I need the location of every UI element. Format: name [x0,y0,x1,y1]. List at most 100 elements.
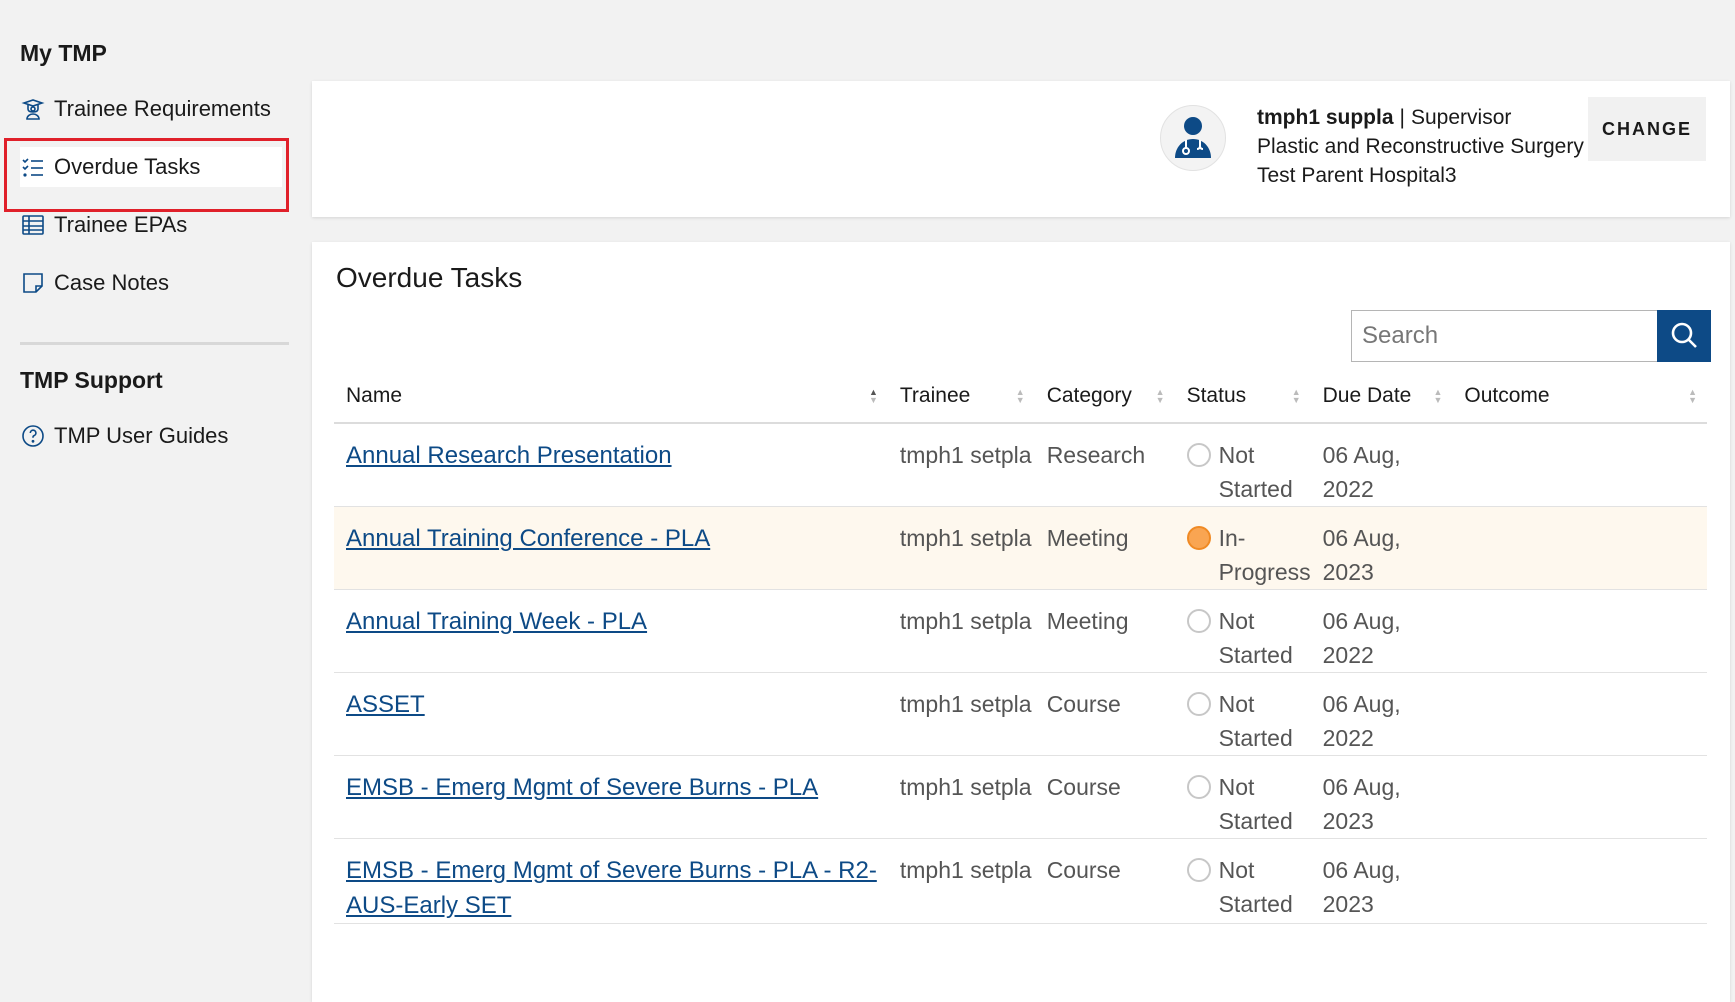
cell-outcome [1452,755,1707,839]
not-started-icon [1186,609,1211,633]
sidebar-item-overdue-tasks[interactable]: Overdue Tasks [20,147,282,187]
cell-due-date: 06 Aug, 2022 [1310,672,1453,756]
cell-trainee: tmph1 setpla [887,672,1035,756]
not-started-icon [1186,775,1211,799]
column-header-outcome[interactable]: Outcome ▲ ▼ [1452,370,1707,424]
cell-name: Annual Training Conference - PLA [334,506,888,590]
cell-name: Annual Research Presentation [334,423,888,507]
cell-outcome [1452,423,1707,507]
cell-trainee: tmph1 setpla [887,755,1035,839]
table-row: Annual Training Week - PLA tmph1 setpla Me… [334,589,1707,673]
change-button[interactable]: CHANGE [1588,97,1706,161]
cell-category: Meeting [1034,506,1175,590]
graduate-icon [20,96,46,122]
sidebar-item-label: Overdue Tasks [54,154,201,179]
task-link[interactable]: Annual Training Conference - PLA [346,525,710,552]
profile-name-line: tmph1 suppla | Supervisor [1257,103,1584,132]
sidebar-heading-my-tmp: My TMP [20,40,107,66]
sort-icon: ▲ ▼ [868,387,878,405]
cell-outcome [1452,838,1707,924]
cell-name: ASSET [334,672,888,756]
cell-trainee: tmph1 setpla [887,589,1035,673]
cell-due-date: 06 Aug, 2022 [1310,423,1453,507]
table-row: EMSB - Emerg Mgmt of Severe Burns - PLA … [334,838,1707,924]
overdue-tasks-panel: Overdue Tasks Name▲▼ Trainee▲▼ Category▲… [312,242,1730,1002]
cell-name: EMSB - Emerg Mgmt of Severe Burns - PLA [334,755,888,839]
column-header-category[interactable]: Category ▲ ▼ [1034,370,1175,424]
sidebar-item-case-notes[interactable]: Case Notes [20,263,282,303]
profile-separator: | [1399,106,1405,129]
sidebar-item-tmp-user-guides[interactable]: TMP User Guides [20,416,282,456]
sort-icon: ▲ ▼ [1155,387,1165,405]
checklist-icon [20,154,46,180]
cell-trainee: tmph1 setpla [887,506,1035,590]
cell-category: Course [1034,755,1175,839]
sidebar-divider [20,342,289,345]
cell-status: Not Started [1174,672,1311,756]
sidebar-item-label: Trainee EPAs [54,212,188,237]
cell-trainee: tmph1 setpla [887,838,1035,924]
search-icon [1669,320,1699,353]
profile-card: tmph1 suppla | Supervisor Plastic and Reco… [312,81,1730,217]
note-icon [20,270,46,296]
sidebar-item-label: Trainee Requirements [54,96,271,121]
profile-info: tmph1 suppla | Supervisor Plastic and Reco… [1257,103,1584,190]
cell-category: Research [1034,423,1175,507]
cell-outcome [1452,589,1707,673]
column-header-trainee[interactable]: Trainee ▲ ▼ [887,370,1035,424]
search-bar [1351,310,1711,362]
sort-icon: ▲ ▼ [1015,387,1025,405]
cell-due-date: 06 Aug, 2023 [1310,755,1453,839]
avatar [1160,105,1226,171]
cell-due-date: 06 Aug, 2023 [1310,506,1453,590]
cell-name: EMSB - Emerg Mgmt of Severe Burns - PLA … [334,838,888,924]
task-link[interactable]: ASSET [346,691,425,718]
column-header-due-date[interactable]: Due Date ▲ ▼ [1310,370,1453,424]
table-row: EMSB - Emerg Mgmt of Severe Burns - PLA t… [334,755,1707,839]
task-link[interactable]: Annual Research Presentation [346,442,672,469]
status-text: Not Started [1218,857,1293,917]
sidebar: My TMP Trainee Requirements Overdue Task… [0,0,300,982]
table-header-row: Name ▲ ▼ Trainee ▲ ▼ Category ▲ ▼ Status ▲ ▼ Due… [334,370,1707,424]
task-link[interactable]: EMSB - Emerg Mgmt of Severe Burns - PLA [346,774,818,801]
profile-role: Supervisor [1410,106,1512,129]
status-text: Not Started [1218,442,1293,502]
not-started-icon [1186,443,1211,467]
column-header-name[interactable]: Name ▲ ▼ [334,370,888,424]
cell-name: Annual Training Week - PLA [334,589,888,673]
task-link[interactable]: EMSB - Emerg Mgmt of Severe Burns - PLA … [346,857,877,919]
profile-username: tmph1 suppla [1257,106,1394,129]
sort-icon: ▲ ▼ [1433,387,1443,405]
sidebar-item-trainee-requirements[interactable]: Trainee Requirements [20,89,282,129]
not-started-icon [1186,858,1211,882]
cell-status: Not Started [1174,755,1311,839]
page-title: Overdue Tasks [336,262,523,293]
sidebar-heading-tmp-support: TMP Support [20,367,163,393]
cell-due-date: 06 Aug, 2023 [1310,838,1453,924]
status-text: Not Started [1218,774,1293,834]
cell-category: Meeting [1034,589,1175,673]
in-progress-icon [1186,526,1211,550]
cell-due-date: 06 Aug, 2022 [1310,589,1453,673]
overdue-tasks-table: Name ▲ ▼ Trainee ▲ ▼ Category ▲ ▼ Status ▲ ▼ Due… [334,370,1707,924]
help-circle-icon [20,423,46,449]
cell-status: Not Started [1174,423,1311,507]
table-icon [20,212,46,238]
search-input[interactable] [1351,310,1657,362]
sidebar-item-label: Case Notes [54,270,169,295]
cell-status: Not Started [1174,589,1311,673]
cell-status: In-Progress [1174,506,1311,590]
cell-outcome [1452,506,1707,590]
sort-icon: ▲ ▼ [1291,387,1301,405]
search-button[interactable] [1657,310,1711,362]
table-row: Annual Training Conference - PLA tmph1 se… [334,506,1707,590]
doctor-icon [1167,110,1219,167]
sidebar-item-label: TMP User Guides [54,423,229,448]
table-row: Annual Research Presentation tmph1 setpla… [334,423,1707,507]
cell-category: Course [1034,838,1175,924]
sidebar-item-trainee-epas[interactable]: Trainee EPAs [20,205,282,245]
task-link[interactable]: Annual Training Week - PLA [346,608,647,635]
column-header-status[interactable]: Status ▲ ▼ [1174,370,1311,424]
profile-specialty: Plastic and Reconstructive Surgery [1257,135,1584,158]
cell-status: Not Started [1174,838,1311,924]
